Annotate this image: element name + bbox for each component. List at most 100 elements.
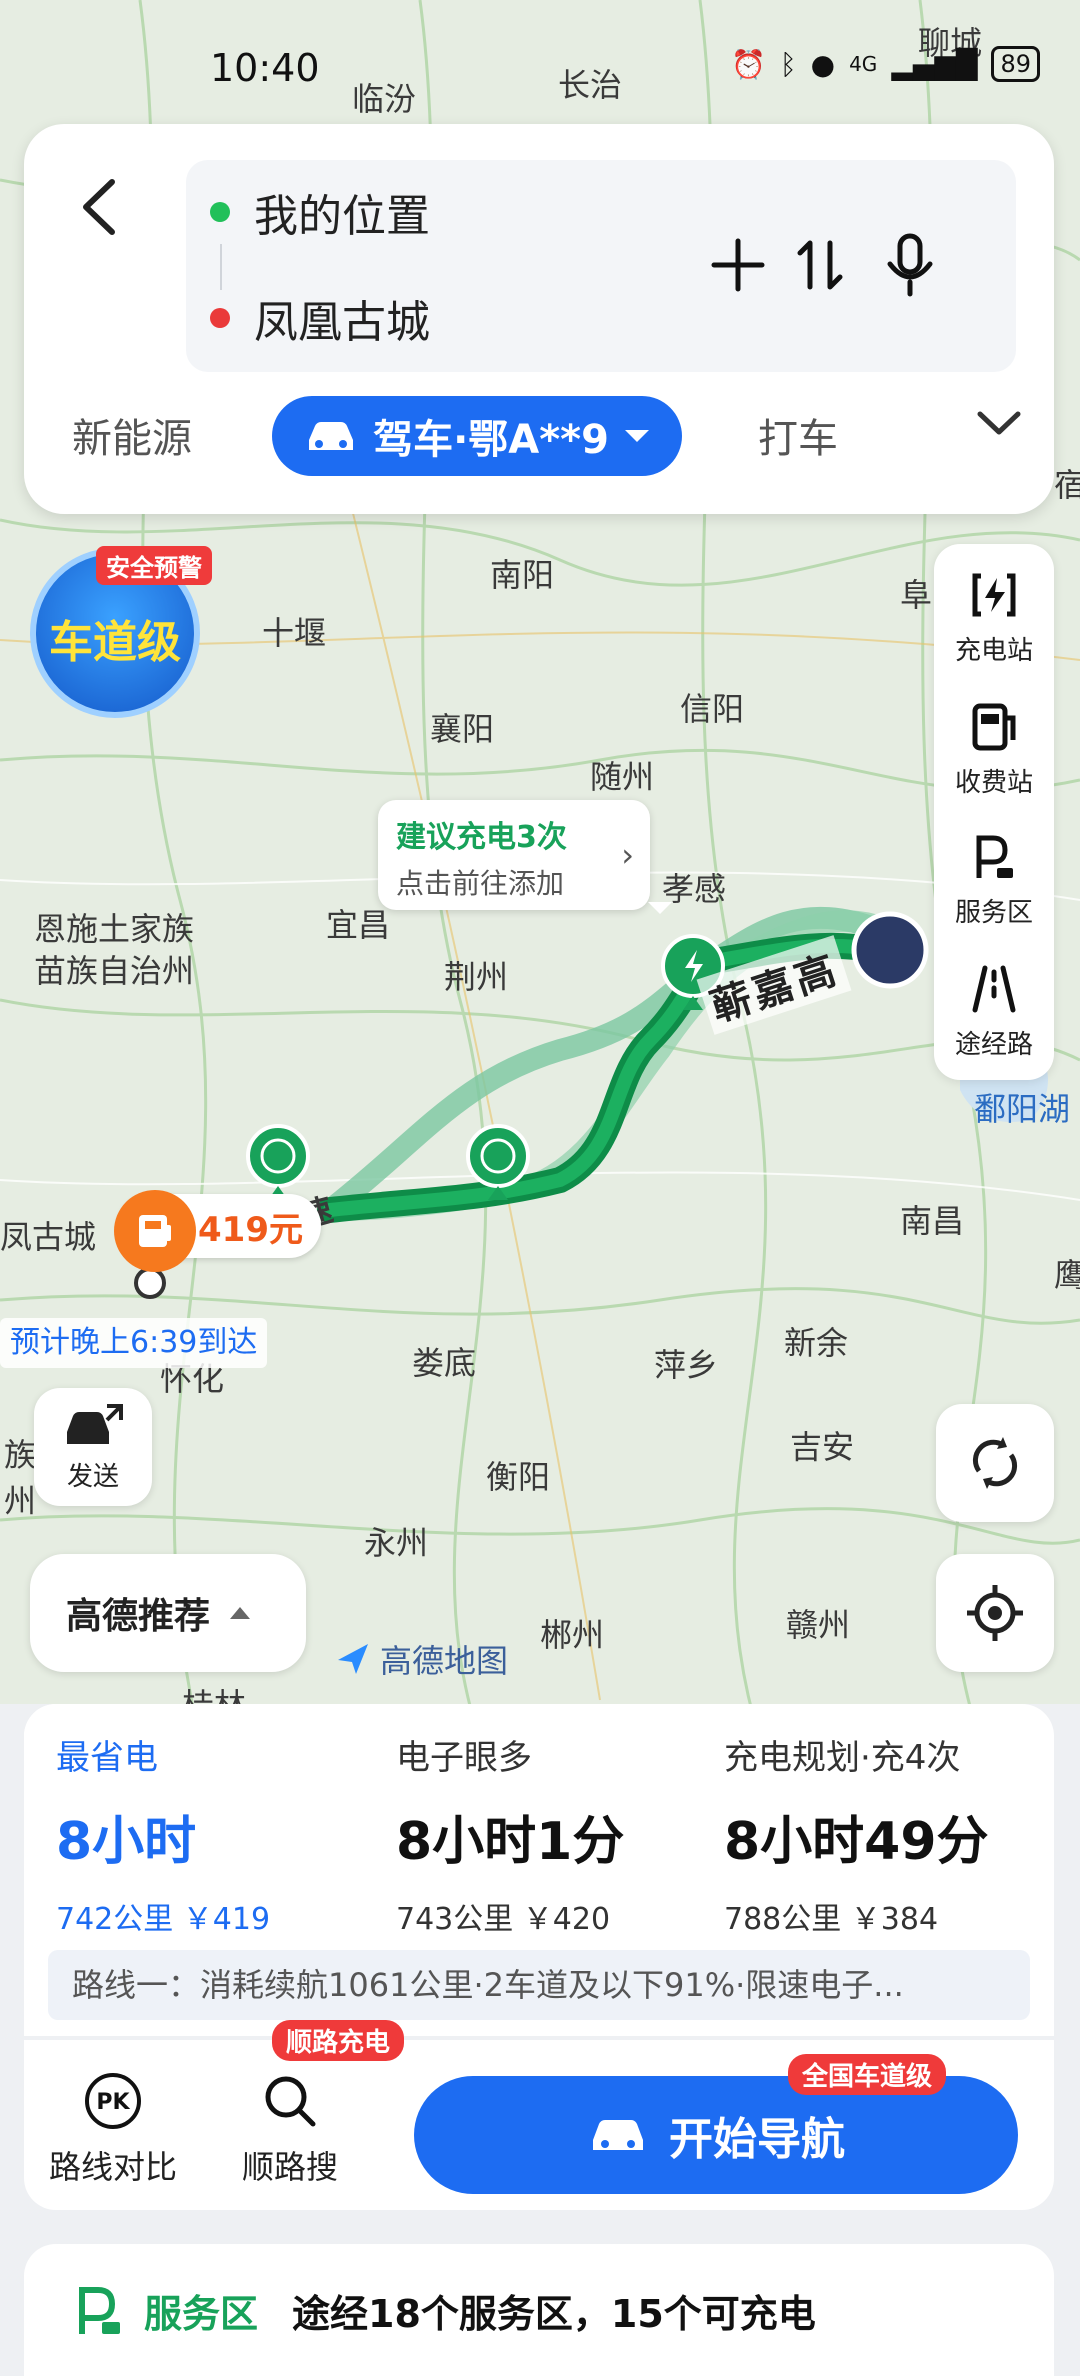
charging-station-icon [972, 573, 1016, 617]
route-tag: 电子眼多 [396, 1738, 532, 1778]
route-option-2[interactable]: 电子眼多 8小时1分 743公里 ￥420 [364, 1704, 694, 1944]
tab-taxi[interactable]: 打车 [758, 406, 838, 464]
city-label: 新余 [784, 1324, 849, 1362]
search-icon [265, 2076, 316, 2127]
send-to-car-button[interactable]: 发送 [34, 1388, 152, 1506]
toll-station-icon [972, 703, 1016, 751]
city-label: 阜 [900, 576, 933, 614]
route-search-card: 我的位置 凤凰古城 新能源 驾车·鄂A**9 打车 [24, 124, 1054, 514]
route-bottom-sheet: 最省电 8小时 742公里 ￥419 电子眼多 8小时1分 743公里 ￥420… [0, 1704, 1080, 2376]
city-label: 族 [4, 1436, 37, 1474]
plus-icon [711, 238, 765, 292]
route-tag: 充电规划·充4次 [724, 1738, 961, 1778]
route-meta: 743公里 ￥420 [396, 1902, 611, 1937]
crosshair-icon [967, 1585, 1023, 1641]
charging-station-button[interactable]: 充电站 [934, 560, 1054, 690]
bluetooth-icon: ᛒ [779, 47, 797, 81]
status-bar: 10:40 ⏰ ᛒ ● 4G ▂▄▆█ 89 [0, 0, 1080, 130]
back-arrow-icon [83, 179, 115, 235]
city-label: 鹰 [1054, 1256, 1080, 1294]
route-meta: 742公里 ￥419 [56, 1902, 271, 1937]
lane-level-badge-small: 全国车道级 [788, 2054, 947, 2095]
city-label: 宿 [1054, 466, 1080, 504]
divider [220, 244, 222, 290]
route-options: 最省电 8小时 742公里 ￥419 电子眼多 8小时1分 743公里 ￥420… [24, 1704, 1054, 2036]
signal-icon: ▂▄▆█ [891, 47, 978, 81]
route-tag: 最省电 [56, 1738, 158, 1778]
map-tools-panel: 充电站 收费站 服务区 途经路 [934, 544, 1054, 1080]
city-label: 州 [4, 1482, 37, 1520]
destination-text: 凤凰古城 [254, 297, 430, 348]
voice-button[interactable] [870, 220, 950, 310]
caret-down-icon [624, 430, 649, 442]
status-time: 10:40 [210, 46, 320, 90]
search-along-button[interactable]: 顺路搜 [220, 2070, 360, 2188]
via-road-button[interactable]: 途经路 [934, 954, 1054, 1084]
caret-up-icon [230, 1607, 251, 1619]
amap-logo-icon [338, 1644, 368, 1674]
destination-field[interactable]: 凤凰古城 [210, 286, 430, 350]
search-along-label: 顺路搜 [241, 2148, 338, 2186]
watermark-text: 高德地图 [380, 1642, 509, 1680]
refresh-icon [973, 1437, 1017, 1489]
car-icon [309, 422, 354, 450]
route-meta: 788公里 ￥384 [724, 1902, 939, 1937]
swap-button[interactable] [780, 220, 860, 310]
tooltip-title: 建议充电3次 [396, 820, 567, 855]
tab-new-energy[interactable]: 新能源 [72, 406, 192, 464]
send-label: 发送 [66, 1461, 119, 1492]
city-label: 吉安 [790, 1428, 855, 1466]
network-type: 4G [849, 52, 878, 76]
service-area-icon [976, 835, 1013, 878]
swap-icon [797, 240, 843, 290]
route-compare-button[interactable]: PK 路线对比 [38, 2070, 188, 2188]
service-area-button[interactable]: 服务区 [934, 822, 1054, 952]
charging-suggestion-tooltip[interactable]: 建议充电3次 点击前往添加 › [378, 800, 672, 914]
more-modes-button[interactable] [974, 402, 1024, 452]
city-label: 郴州 [540, 1616, 605, 1654]
battery-icon: 89 [991, 46, 1040, 82]
tool-label: 充电站 [954, 636, 1033, 666]
route-description[interactable]: 路线一：消耗续航1061公里·2车道及以下91%·限速电子... [48, 1950, 1030, 2020]
destination-label: 凤古城 [0, 1218, 97, 1256]
compare-label: 路线对比 [48, 2148, 177, 2186]
service-title: 服务区 [144, 2291, 259, 2336]
service-area-summary[interactable]: 服务区 途经18个服务区，15个可充电 [24, 2244, 1054, 2376]
toll-icon [114, 1190, 196, 1272]
recommend-label: 高德推荐 [66, 1596, 211, 1637]
back-button[interactable] [72, 172, 132, 242]
service-desc: 途经18个服务区，15个可充电 [292, 2291, 816, 2336]
city-label: 苗族自治州 [34, 952, 195, 990]
city-label: 十堰 [262, 614, 327, 652]
route-option-3[interactable]: 充电规划·充4次 8小时49分 788公里 ￥384 [692, 1704, 1054, 1944]
origin-field[interactable]: 我的位置 [210, 180, 430, 244]
origin-text: 我的位置 [254, 191, 430, 242]
chevron-down-icon [977, 411, 1021, 435]
car-send-icon [67, 1403, 123, 1444]
lane-level-badge[interactable]: 安全预警 车道级 [30, 546, 212, 718]
route-option-1[interactable]: 最省电 8小时 742公里 ￥419 [24, 1704, 364, 1944]
toll-station-button[interactable]: 收费站 [934, 692, 1054, 822]
toll-amount: 419元 [198, 1209, 303, 1250]
city-label: 萍乡 [654, 1346, 719, 1384]
travel-mode-tabs: 新能源 驾车·鄂A**9 打车 [24, 396, 1054, 480]
city-label: 娄底 [412, 1344, 477, 1382]
city-label: 南昌 [900, 1202, 965, 1240]
tab-drive-selected[interactable]: 驾车·鄂A**9 [272, 396, 682, 476]
recommendation-dropdown[interactable]: 高德推荐 [30, 1554, 306, 1672]
locate-me-button[interactable] [936, 1554, 1054, 1672]
action-bar: PK 路线对比 顺路搜 顺路充电 开始导航 全国车道级 [24, 2020, 1054, 2210]
lake-label: 鄱阳湖 [974, 1090, 1071, 1128]
add-waypoint-button[interactable] [698, 220, 778, 310]
start-label: 开始导航 [669, 2114, 845, 2165]
tooltip-subtitle: 点击前往添加 [396, 867, 565, 900]
city-label: 永州 [364, 1524, 429, 1562]
refresh-route-button[interactable] [936, 1404, 1054, 1522]
city-label: 随州 [590, 758, 655, 796]
route-duration: 8小时1分 [396, 1812, 625, 1872]
city-label: 襄阳 [430, 710, 495, 748]
tool-label: 服务区 [954, 898, 1033, 928]
location-icon: ● [810, 47, 836, 81]
tool-label: 收费站 [954, 768, 1033, 798]
city-label: 恩施土家族 [34, 910, 195, 948]
